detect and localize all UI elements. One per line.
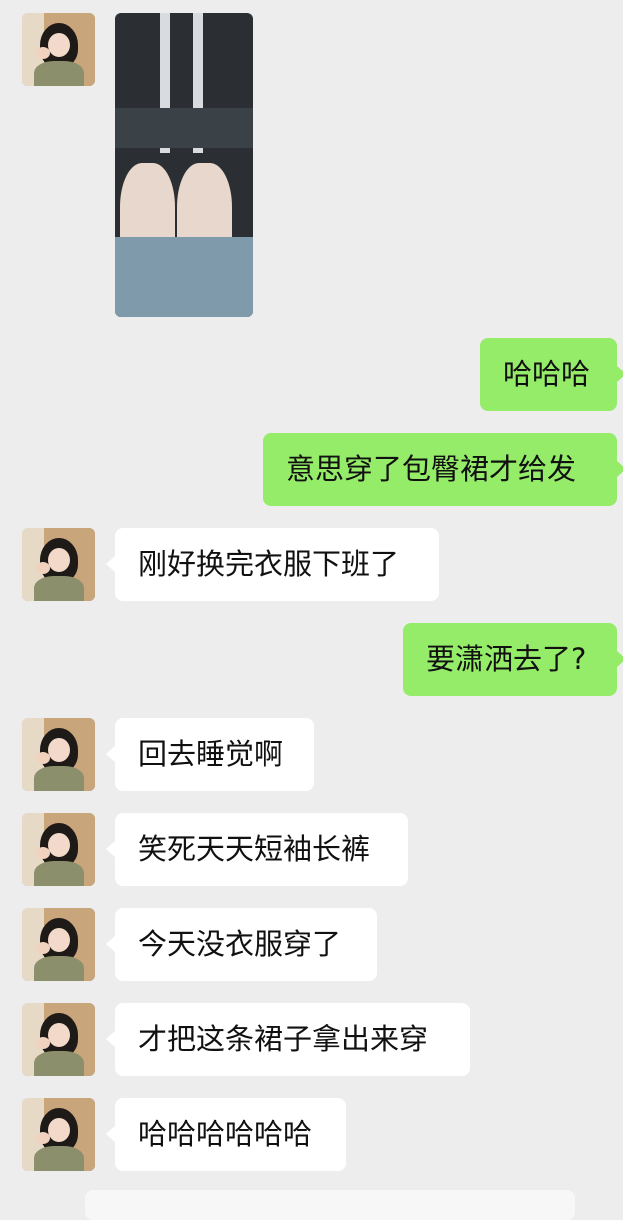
- incoming-message-bubble[interactable]: 才把这条裙子拿出来穿: [106, 1003, 470, 1076]
- message-text: 要潇洒去了?: [426, 642, 587, 676]
- message-text: 刚好换完衣服下班了: [138, 547, 400, 581]
- incoming-message-bubble[interactable]: 回去睡觉啊: [106, 718, 314, 791]
- incoming-message-bubble[interactable]: 笑死天天短袖长裤: [106, 813, 408, 886]
- outgoing-message-bubble[interactable]: 哈哈哈: [480, 338, 623, 411]
- contact-avatar[interactable]: [22, 718, 95, 791]
- incoming-message-bubble[interactable]: 刚好换完衣服下班了: [106, 528, 439, 601]
- message-text: 才把这条裙子拿出来穿: [138, 1022, 429, 1056]
- contact-avatar[interactable]: [22, 1003, 95, 1076]
- contact-avatar[interactable]: [22, 908, 95, 981]
- outgoing-message-bubble[interactable]: 意思穿了包臀裙才给发: [263, 433, 623, 506]
- message-text: 意思穿了包臀裙才给发: [286, 452, 577, 486]
- outgoing-message-bubble[interactable]: 要潇洒去了?: [403, 623, 623, 696]
- contact-avatar[interactable]: [22, 1098, 95, 1171]
- incoming-message-bubble[interactable]: 哈哈哈哈哈哈: [106, 1098, 346, 1171]
- photo-message[interactable]: [115, 13, 253, 317]
- message-text: 哈哈哈: [503, 357, 591, 391]
- message-text: 回去睡觉啊: [138, 737, 284, 771]
- message-text: 哈哈哈哈哈哈: [138, 1117, 313, 1151]
- message-text: 今天没衣服穿了: [138, 927, 342, 961]
- message-input-bar[interactable]: [85, 1190, 575, 1220]
- incoming-message-bubble[interactable]: 今天没衣服穿了: [106, 908, 377, 981]
- contact-avatar[interactable]: [22, 528, 95, 601]
- message-text: 笑死天天短袖长裤: [138, 832, 371, 866]
- contact-avatar[interactable]: [22, 813, 95, 886]
- contact-avatar[interactable]: [22, 13, 95, 86]
